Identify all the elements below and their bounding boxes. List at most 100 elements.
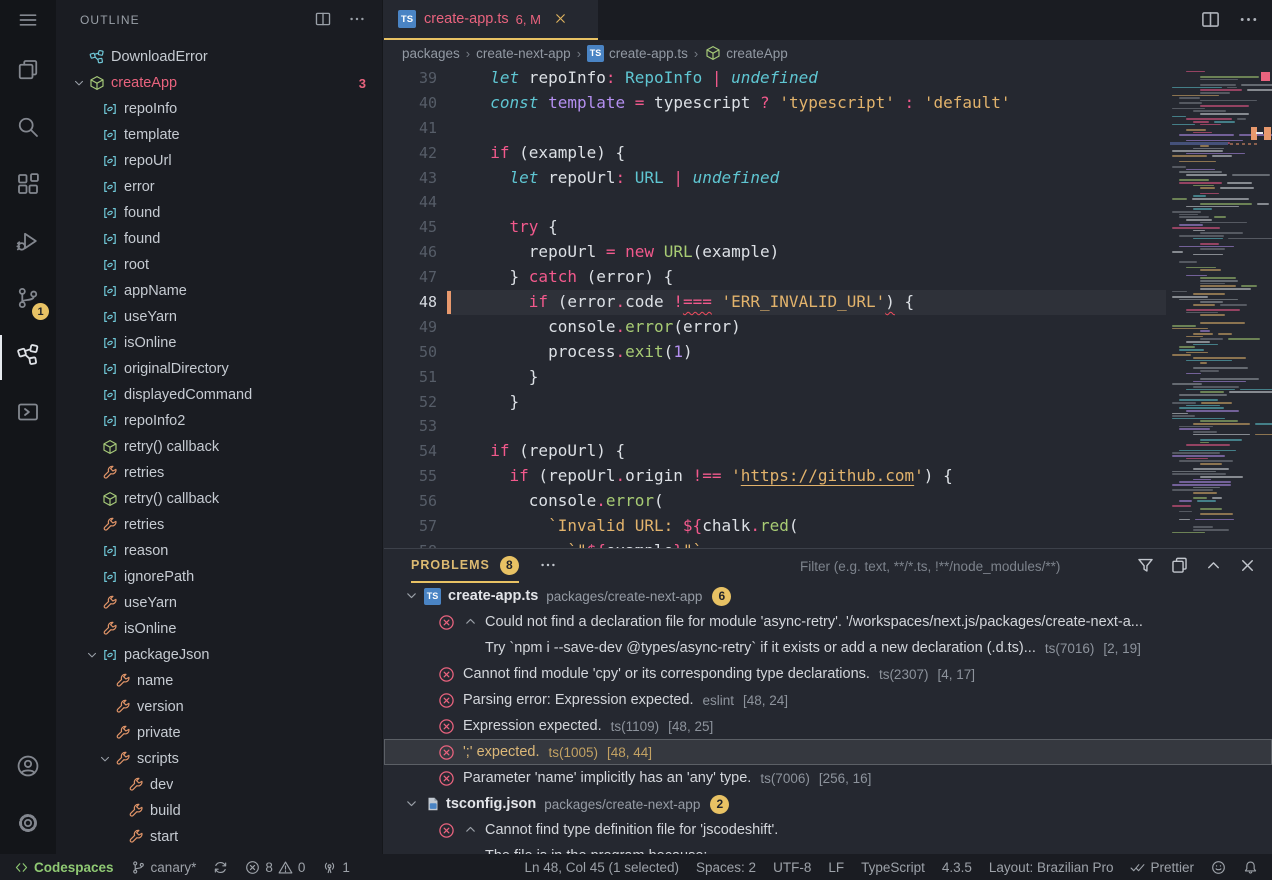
breadcrumb-item-create-app-ts[interactable]: TScreate-app.ts	[587, 45, 688, 62]
status-cursor-position[interactable]: Ln 48, Col 45 (1 selected)	[524, 860, 679, 875]
problem-row-detail[interactable]: The file is in the program because:	[384, 843, 1272, 854]
activitybar-explorer[interactable]	[0, 44, 56, 101]
outline-item-packagejson[interactable]: packageJson	[56, 642, 382, 668]
outline-item-start[interactable]: start	[56, 824, 382, 850]
code-line-55[interactable]: 55 if (repoUrl.origin !== 'https://githu…	[384, 464, 1272, 489]
outline-item-useyarn[interactable]: useYarn	[56, 590, 382, 616]
more-actions-icon[interactable]	[1238, 9, 1260, 31]
code-line-51[interactable]: 51 }	[384, 365, 1272, 390]
outline-item-downloaderror[interactable]: DownloadError	[56, 44, 382, 70]
status-codespaces[interactable]: Codespaces	[14, 860, 114, 875]
activitybar-extensions[interactable]	[0, 158, 56, 215]
status-feedback[interactable]	[1211, 860, 1226, 875]
problem-row-detail[interactable]: Try `npm i --save-dev @types/async-retry…	[384, 635, 1272, 661]
outline-item-isonline[interactable]: isOnline	[56, 330, 382, 356]
status-problems-summary[interactable]: 80	[245, 860, 305, 875]
status-ts-version[interactable]: 4.3.5	[942, 860, 972, 875]
code-line-56[interactable]: 56 console.error(	[384, 489, 1272, 514]
split-editor-icon[interactable]	[314, 10, 334, 30]
tab-problems[interactable]: PROBLEMS 8	[411, 556, 519, 577]
code-line-54[interactable]: 54 if (repoUrl) {	[384, 439, 1272, 464]
outline-item-found[interactable]: found	[56, 200, 382, 226]
activitybar-source-control[interactable]: 1	[0, 272, 56, 329]
problem-row[interactable]: Parsing error: Expression expected.eslin…	[384, 687, 1272, 713]
more-actions-icon[interactable]	[539, 556, 559, 576]
status-indentation[interactable]: Spaces: 2	[696, 860, 756, 875]
outline-item-found[interactable]: found	[56, 226, 382, 252]
outline-item-retries[interactable]: retries	[56, 512, 382, 538]
outline-item-reason[interactable]: reason	[56, 538, 382, 564]
outline-item-root[interactable]: root	[56, 252, 382, 278]
filter-icon[interactable]	[1136, 556, 1156, 576]
status-sync[interactable]	[213, 860, 228, 875]
problems-filter-input[interactable]	[800, 559, 1110, 574]
code-line-40[interactable]: 40 const template = typescript ? 'typesc…	[384, 91, 1272, 116]
outline-item-version[interactable]: version	[56, 694, 382, 720]
status-layout[interactable]: Layout: Brazilian Pro	[989, 860, 1114, 875]
outline-item-repoinfo2[interactable]: repoInfo2	[56, 408, 382, 434]
close-panel-icon[interactable]	[1238, 556, 1258, 576]
breadcrumb-item-create-next-app[interactable]: create-next-app	[476, 46, 571, 61]
outline-item-repoinfo[interactable]: repoInfo	[56, 96, 382, 122]
outline-item-retry-callback[interactable]: retry() callback	[56, 486, 382, 512]
tab-create-app-ts[interactable]: TS create-app.ts 6, M	[384, 0, 598, 40]
outline-item-build[interactable]: build	[56, 798, 382, 824]
problems-file-group-tsconfig-json[interactable]: tsconfig.jsonpackages/create-next-app2	[384, 791, 1272, 817]
more-actions-icon[interactable]	[348, 10, 368, 30]
outline-item-template[interactable]: template	[56, 122, 382, 148]
code-line-45[interactable]: 45 try {	[384, 215, 1272, 240]
code-line-44[interactable]: 44	[384, 190, 1272, 215]
code-line-41[interactable]: 41	[384, 116, 1272, 141]
code-line-46[interactable]: 46 repoUrl = new URL(example)	[384, 240, 1272, 265]
outline-item-ignorepath[interactable]: ignorePath	[56, 564, 382, 590]
code-line-53[interactable]: 53	[384, 414, 1272, 439]
outline-item-error[interactable]: error	[56, 174, 382, 200]
code-line-39[interactable]: 39 let repoInfo: RepoInfo | undefined	[384, 66, 1272, 91]
split-editor-icon[interactable]	[1200, 9, 1222, 31]
activitybar-run-debug[interactable]	[0, 215, 56, 272]
code-line-48[interactable]: 48 if (error.code !=== 'ERR_INVALID_URL'…	[384, 290, 1272, 315]
problem-row[interactable]: ';' expected.ts(1005)[48, 44]	[384, 739, 1272, 765]
problem-row[interactable]: Expression expected.ts(1109)[48, 25]	[384, 713, 1272, 739]
status-ports[interactable]: 1	[322, 860, 350, 875]
group-by-icon[interactable]	[1170, 556, 1190, 576]
status-language-mode[interactable]: TypeScript	[861, 860, 925, 875]
outline-item-retries[interactable]: retries	[56, 460, 382, 486]
activitybar-account[interactable]	[0, 740, 56, 797]
outline-item-appname[interactable]: appName	[56, 278, 382, 304]
problem-row[interactable]: Parameter 'name' implicitly has an 'any'…	[384, 765, 1272, 791]
code-line-42[interactable]: 42 if (example) {	[384, 141, 1272, 166]
activitybar-symbols[interactable]	[0, 329, 56, 386]
close-tab-icon[interactable]	[553, 11, 569, 27]
activitybar-settings[interactable]	[0, 797, 56, 854]
activitybar-search[interactable]	[0, 101, 56, 158]
code-line-43[interactable]: 43 let repoUrl: URL | undefined	[384, 166, 1272, 191]
outline-item-displayedcommand[interactable]: displayedCommand	[56, 382, 382, 408]
outline-item-name[interactable]: name	[56, 668, 382, 694]
code-line-49[interactable]: 49 console.error(error)	[384, 315, 1272, 340]
collapse-panel-icon[interactable]	[1204, 556, 1224, 576]
outline-item-isonline[interactable]: isOnline	[56, 616, 382, 642]
activitybar-menu[interactable]	[0, 0, 56, 44]
outline-item-repourl[interactable]: repoUrl	[56, 148, 382, 174]
status-prettier[interactable]: Prettier	[1130, 860, 1194, 875]
problem-row[interactable]: Cannot find type definition file for 'js…	[384, 817, 1272, 843]
outline-item-dev[interactable]: dev	[56, 772, 382, 798]
code-line-52[interactable]: 52 }	[384, 390, 1272, 415]
outline-item-createapp[interactable]: createApp3	[56, 70, 382, 96]
status-eol[interactable]: LF	[828, 860, 844, 875]
outline-item-useyarn[interactable]: useYarn	[56, 304, 382, 330]
outline-item-scripts[interactable]: scripts	[56, 746, 382, 772]
status-git-branch[interactable]: canary*	[131, 860, 197, 875]
status-encoding[interactable]: UTF-8	[773, 860, 811, 875]
outline-item-originaldirectory[interactable]: originalDirectory	[56, 356, 382, 382]
problem-row[interactable]: Cannot find module 'cpy' or its correspo…	[384, 661, 1272, 687]
code-line-50[interactable]: 50 process.exit(1)	[384, 340, 1272, 365]
breadcrumb-item-createapp[interactable]: createApp	[704, 45, 788, 62]
outline-item-retry-callback[interactable]: retry() callback	[56, 434, 382, 460]
outline-item-private[interactable]: private	[56, 720, 382, 746]
breadcrumb-item-packages[interactable]: packages	[402, 46, 460, 61]
problems-file-group-create-app-ts[interactable]: TScreate-app.tspackages/create-next-app6	[384, 583, 1272, 609]
code-line-47[interactable]: 47 } catch (error) {	[384, 265, 1272, 290]
status-notifications[interactable]	[1243, 860, 1258, 875]
